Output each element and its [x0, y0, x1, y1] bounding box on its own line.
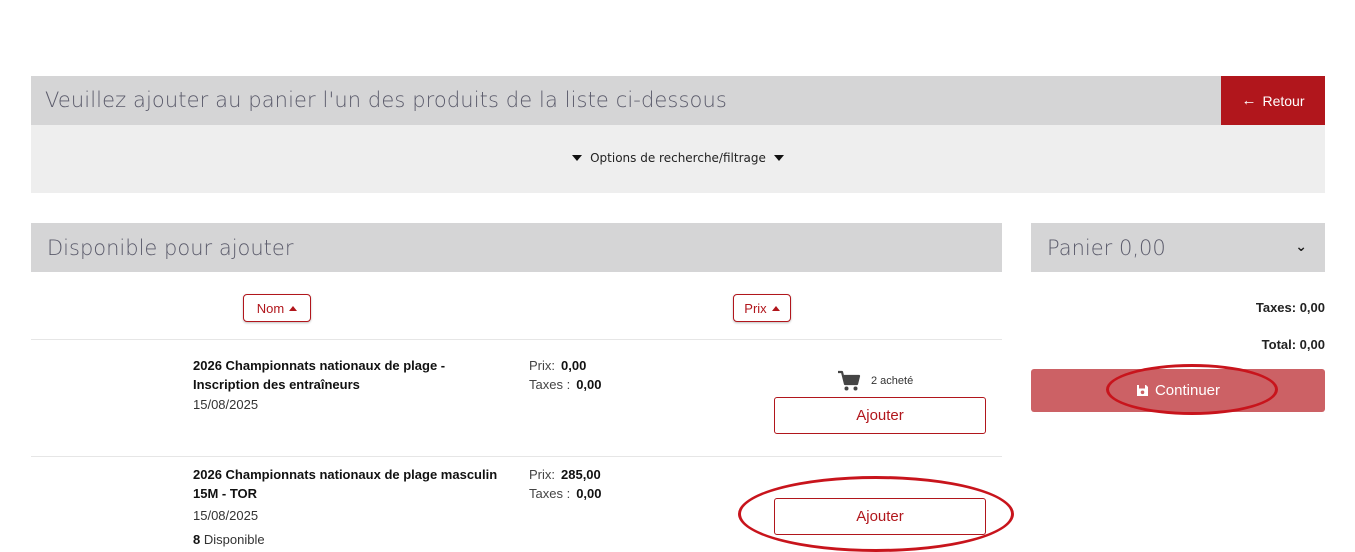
available-panel-header: Disponible pour ajouter	[31, 223, 1002, 272]
cart-title: Panier 0,00	[1047, 236, 1166, 260]
arrow-left-icon: ←	[1241, 92, 1257, 109]
taxes-value: 0,00	[576, 486, 602, 501]
product-title: Championnats nationaux de plage - Inscri…	[193, 358, 446, 392]
cart-header[interactable]: Panier 0,00 ⌄	[1031, 223, 1325, 272]
product-row: 2026 Championnats nationaux de plage - I…	[31, 340, 1002, 457]
available-label: Disponible	[203, 532, 265, 547]
purchased-count: 2 acheté	[837, 370, 913, 392]
taxes-label: Taxes :	[529, 377, 571, 392]
sort-by-price-button[interactable]: Prix	[733, 294, 791, 322]
price-value: 285,00	[561, 467, 601, 482]
product-price: Prix: 0,00 Taxes : 0,00	[529, 356, 602, 394]
filter-bar: Options de recherche/filtrage	[31, 125, 1325, 193]
caret-up-icon	[289, 305, 298, 311]
price-label: Prix:	[529, 358, 555, 373]
product-year: 2026	[193, 467, 222, 482]
add-to-cart-button[interactable]: Ajouter	[774, 498, 986, 535]
available-panel-title: Disponible pour ajouter	[47, 236, 294, 260]
page-header: Veuillez ajouter au panier l'un des prod…	[31, 76, 1221, 125]
sort-by-name-button[interactable]: Nom	[243, 294, 311, 322]
product-price: Prix: 285,00 Taxes : 0,00	[529, 465, 602, 503]
available-count: 8	[193, 532, 201, 547]
back-button[interactable]: ← Retour	[1221, 76, 1325, 125]
product-availability: 8 Disponible	[193, 532, 265, 547]
product-name: 2026 Championnats nationaux de plage mas…	[193, 465, 503, 503]
save-icon	[1136, 385, 1148, 396]
cart-icon	[838, 370, 861, 391]
filter-toggle[interactable]: Options de recherche/filtrage	[31, 151, 1325, 165]
page: Veuillez ajouter au panier l'un des prod…	[0, 0, 1355, 552]
product-date: 15/08/2025	[193, 508, 259, 523]
price-value: 0,00	[561, 358, 587, 373]
caret-up-icon	[771, 305, 780, 311]
filter-toggle-label: Options de recherche/filtrage	[590, 151, 766, 165]
caret-down-icon	[773, 155, 784, 161]
product-year: 2026	[193, 358, 222, 373]
taxes-value: 0,00	[576, 377, 602, 392]
chevron-down-icon: ⌄	[1295, 239, 1307, 255]
page-title: Veuillez ajouter au panier l'un des prod…	[45, 88, 727, 112]
cart-total: Total: 0,00	[1261, 337, 1325, 352]
purchased-count-label: 2 acheté	[871, 375, 914, 387]
price-label: Prix:	[529, 467, 555, 482]
taxes-label: Taxes :	[529, 486, 571, 501]
product-date: 15/08/2025	[193, 397, 259, 412]
caret-down-icon	[572, 155, 583, 161]
sort-by-price-label: Prix	[744, 300, 767, 316]
add-to-cart-button[interactable]: Ajouter	[774, 397, 986, 434]
continue-button-label: Continuer	[1154, 382, 1221, 399]
continue-button[interactable]: Continuer	[1031, 369, 1325, 412]
back-button-label: Retour	[1262, 92, 1305, 109]
product-row: 2026 Championnats nationaux de plage mas…	[31, 457, 1002, 552]
product-title: Championnats nationaux de plage masculin…	[193, 467, 498, 501]
product-name: 2026 Championnats nationaux de plage - I…	[193, 356, 503, 394]
sort-row: Nom Prix	[31, 272, 1002, 340]
sort-by-name-label: Nom	[256, 300, 285, 316]
cart-taxes: Taxes: 0,00	[1255, 300, 1325, 315]
